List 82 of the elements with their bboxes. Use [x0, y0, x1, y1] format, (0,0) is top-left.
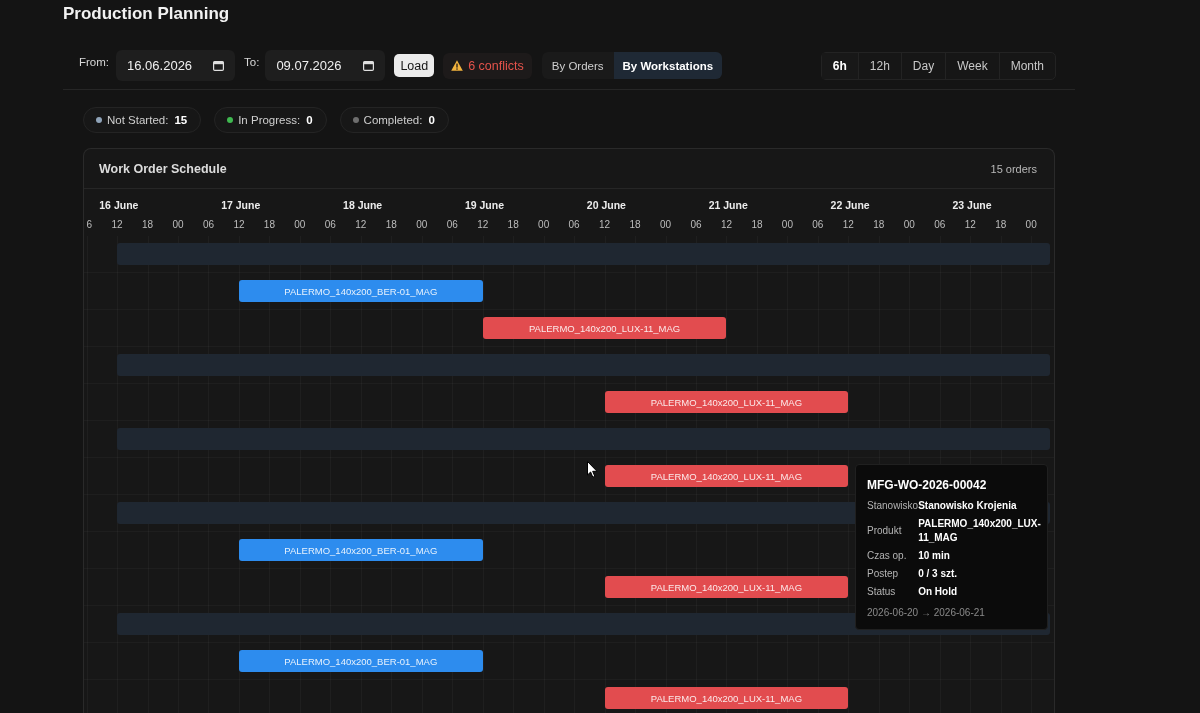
to-label: To:: [244, 55, 260, 68]
hour-label: 18: [995, 218, 1007, 232]
tooltip-title: MFG-WO-2026-00042: [867, 478, 987, 492]
status-count: 0: [306, 114, 313, 126]
hour-label: 12: [720, 218, 733, 232]
calendar-icon: [363, 60, 375, 71]
day-label: 23 June: [952, 198, 992, 212]
hour-label: 00: [538, 218, 550, 232]
page-title: Production Planning: [63, 3, 230, 25]
day-label: 22 June: [830, 198, 870, 212]
load-button[interactable]: Load: [394, 54, 435, 77]
hour-label: 06: [446, 218, 458, 232]
tooltip-field-label: Czas op.: [867, 549, 908, 563]
hour-label: 00: [172, 218, 184, 232]
status-count: 0: [428, 114, 435, 126]
hour-label: 06: [568, 218, 580, 232]
status-label: In Progress:: [238, 114, 301, 126]
hour-label: 18: [751, 218, 763, 232]
tooltip-field-value: On Hold: [918, 585, 959, 599]
hour-label: 06: [202, 218, 215, 232]
tooltip-date-range: 2026-06-20 → 2026-06-21: [867, 606, 985, 620]
view-mode-tab[interactable]: By Orders: [541, 52, 614, 79]
tooltip-field-value: PALERMO_140x200_LUX-11_MAG: [918, 517, 1041, 545]
hour-label: 06: [324, 218, 336, 232]
from-label: From:: [79, 55, 110, 68]
tooltip-field-value: 10 min: [918, 549, 951, 563]
hour-label: 00: [903, 218, 915, 232]
hour-label: 18: [263, 218, 275, 232]
from-date-field[interactable]: 16.06.2026: [116, 50, 236, 81]
to-date-field[interactable]: 09.07.2026: [265, 50, 386, 81]
order-bar[interactable]: PALERMO_140x200_LUX-11_MAG: [482, 317, 727, 339]
order-bar[interactable]: PALERMO_140x200_LUX-11_MAG: [604, 465, 849, 487]
hour-label: 06: [812, 218, 824, 232]
hour-label: 00: [1025, 218, 1037, 232]
status-label: Not Started:: [107, 114, 169, 126]
day-label: 17 June: [221, 198, 261, 212]
day-label: 18 June: [343, 198, 383, 212]
hour-label: 18: [629, 218, 641, 232]
status-label: Completed:: [363, 114, 423, 126]
hour-label: 06: [690, 218, 702, 232]
time-scale-tab[interactable]: Day: [900, 52, 946, 79]
tooltip-field-value: 0 / 3 szt.: [918, 567, 959, 581]
time-scale-tab[interactable]: Week: [945, 52, 999, 79]
hour-label: 6: [86, 218, 93, 232]
hour-label: 12: [233, 218, 245, 232]
order-bar[interactable]: PALERMO_140x200_LUX-11_MAG: [604, 391, 849, 413]
status-count: 15: [174, 114, 188, 126]
hour-label: 00: [659, 218, 672, 232]
time-scale-tab[interactable]: Month: [998, 52, 1055, 79]
day-label: 21 June: [708, 198, 748, 212]
view-mode-tab[interactable]: By Workstations: [613, 52, 723, 79]
hour-label: 12: [599, 218, 611, 232]
time-scale-tab[interactable]: 12h: [857, 52, 901, 79]
order-bar[interactable]: PALERMO_140x200_LUX-11_MAG: [604, 576, 849, 598]
tooltip-field-label: Produkt: [867, 524, 903, 538]
day-label: 20 June: [586, 198, 626, 212]
hour-label: 12: [111, 218, 123, 232]
conflicts-badge[interactable]: 6 conflicts: [443, 52, 532, 79]
hour-label: 12: [842, 218, 854, 232]
hour-label: 06: [934, 218, 946, 232]
day-label: 19 June: [464, 198, 505, 212]
hour-label: 00: [416, 218, 428, 232]
hour-label: 18: [507, 218, 519, 232]
mouse-pointer-icon: [587, 461, 598, 478]
hour-label: 18: [873, 218, 885, 232]
tooltip-field-label: Status: [867, 585, 897, 599]
hour-label: 12: [477, 218, 489, 232]
hour-label: 00: [781, 218, 793, 232]
hour-label: 18: [385, 218, 397, 232]
hour-label: 18: [141, 218, 154, 232]
calendar-icon: [213, 60, 225, 71]
tooltip-field-value: Stanowisko Krojenia: [918, 499, 1018, 513]
tooltip-field-label: Postep: [867, 567, 900, 581]
tooltip-field-label: Stanowisko: [867, 499, 919, 513]
hour-label: 12: [355, 218, 367, 232]
hour-label: 12: [964, 218, 976, 232]
order-bar[interactable]: PALERMO_140x200_LUX-11_MAG: [604, 687, 849, 709]
order-count: 15 orders: [990, 162, 1037, 175]
hour-label: 00: [294, 218, 306, 232]
warning-icon: [451, 60, 464, 71]
card-title: Work Order Schedule: [99, 161, 227, 176]
day-label: 16 June: [99, 198, 139, 212]
